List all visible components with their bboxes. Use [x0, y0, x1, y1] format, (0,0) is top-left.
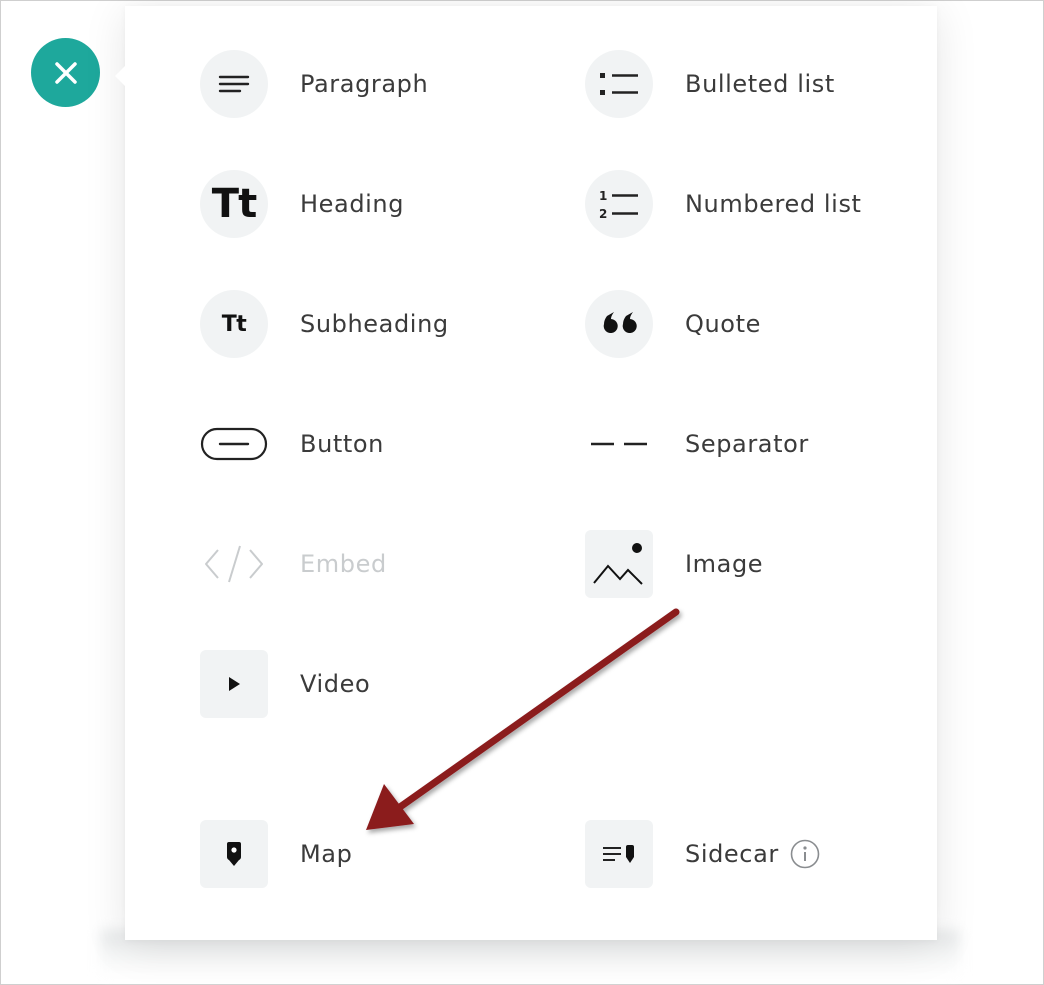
quote-icon	[585, 290, 653, 358]
subheading-icon: Tt	[200, 290, 268, 358]
info-icon[interactable]	[789, 838, 821, 870]
menu-item-separator[interactable]: Separator	[585, 409, 809, 479]
svg-text:2: 2	[599, 207, 607, 221]
bulleted-list-icon	[585, 50, 653, 118]
menu-item-paragraph[interactable]: Paragraph	[200, 49, 428, 119]
menu-item-label: Bulleted list	[685, 70, 835, 98]
close-icon	[54, 61, 77, 84]
menu-item-bulleted-list[interactable]: Bulleted list	[585, 49, 835, 119]
map-pin-icon	[200, 820, 268, 888]
menu-item-label: Numbered list	[685, 190, 862, 218]
menu-item-label: Button	[300, 430, 384, 458]
sidecar-icon	[585, 820, 653, 888]
menu-item-subheading[interactable]: Tt Subheading	[200, 289, 449, 359]
menu-item-quote[interactable]: Quote	[585, 289, 761, 359]
menu-item-button[interactable]: Button	[200, 409, 384, 479]
menu-item-image[interactable]: Image	[585, 529, 763, 599]
subheading-glyph: Tt	[221, 311, 247, 337]
close-button[interactable]	[31, 38, 100, 107]
numbered-list-icon: 1 2	[585, 170, 653, 238]
image-icon	[585, 530, 653, 598]
svg-text:1: 1	[599, 189, 607, 203]
heading-icon: Tt	[200, 170, 268, 238]
menu-item-label: Video	[300, 670, 371, 698]
menu-item-label: Embed	[300, 550, 387, 578]
embed-icon	[200, 530, 268, 598]
menu-item-heading[interactable]: Tt Heading	[200, 169, 404, 239]
menu-item-video[interactable]: Video	[200, 649, 370, 719]
menu-item-label: Sidecar	[685, 840, 779, 868]
video-icon	[200, 650, 268, 718]
menu-item-label: Quote	[685, 310, 761, 338]
menu-item-label: Heading	[300, 190, 405, 218]
menu-item-label: Subheading	[300, 310, 449, 338]
menu-item-numbered-list[interactable]: 1 2 Numbered list	[585, 169, 862, 239]
menu-item-label: Image	[685, 550, 764, 578]
paragraph-icon	[200, 50, 268, 118]
separator-icon	[585, 410, 653, 478]
button-icon	[200, 410, 268, 478]
menu-item-label: Separator	[685, 430, 809, 458]
menu-item-label: Map	[300, 840, 353, 868]
menu-item-label: Paragraph	[300, 70, 429, 98]
heading-glyph: Tt	[211, 181, 257, 227]
menu-item-sidecar[interactable]: Sidecar	[585, 819, 821, 889]
menu-item-map[interactable]: Map	[200, 819, 352, 889]
menu-item-embed: Embed	[200, 529, 387, 599]
